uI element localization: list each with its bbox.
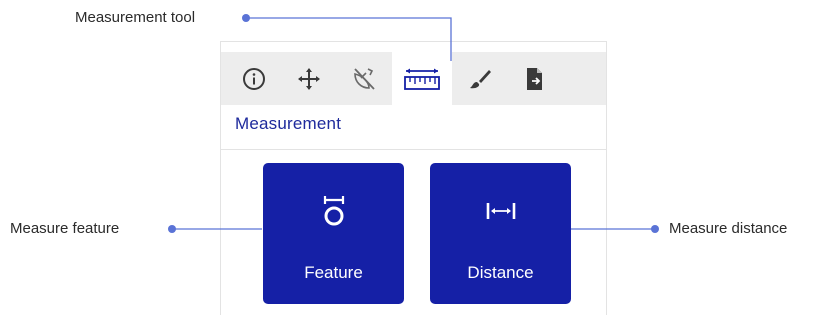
measure-feature-icon bbox=[323, 196, 344, 226]
move-tool[interactable] bbox=[288, 52, 330, 105]
brush-icon bbox=[470, 69, 491, 88]
info-tool[interactable] bbox=[233, 52, 275, 105]
hide-tool[interactable] bbox=[343, 52, 385, 105]
measurement-tool[interactable] bbox=[392, 52, 452, 105]
callout-measure-distance: Measure distance bbox=[669, 220, 788, 237]
measurement-panel: Measurement Feature Distance bbox=[220, 41, 607, 315]
panel-title: Measurement bbox=[235, 114, 342, 133]
feature-button-label: Feature bbox=[304, 263, 363, 282]
info-icon bbox=[243, 67, 265, 90]
brush-tool[interactable] bbox=[459, 52, 501, 105]
move-icon bbox=[298, 67, 320, 90]
divider bbox=[221, 149, 606, 150]
distance-button-label: Distance bbox=[467, 263, 534, 282]
hide-icon bbox=[354, 67, 375, 90]
toolbar bbox=[221, 52, 606, 105]
measure-feature-button[interactable]: Feature bbox=[263, 163, 404, 304]
measure-distance-icon bbox=[486, 203, 515, 219]
export-icon bbox=[527, 67, 542, 90]
export-tool[interactable] bbox=[514, 52, 556, 105]
ruler-icon bbox=[404, 68, 440, 90]
callout-measurement-tool: Measurement tool bbox=[75, 9, 196, 26]
callout-measure-feature: Measure feature bbox=[10, 220, 120, 237]
measure-distance-button[interactable]: Distance bbox=[430, 163, 571, 304]
